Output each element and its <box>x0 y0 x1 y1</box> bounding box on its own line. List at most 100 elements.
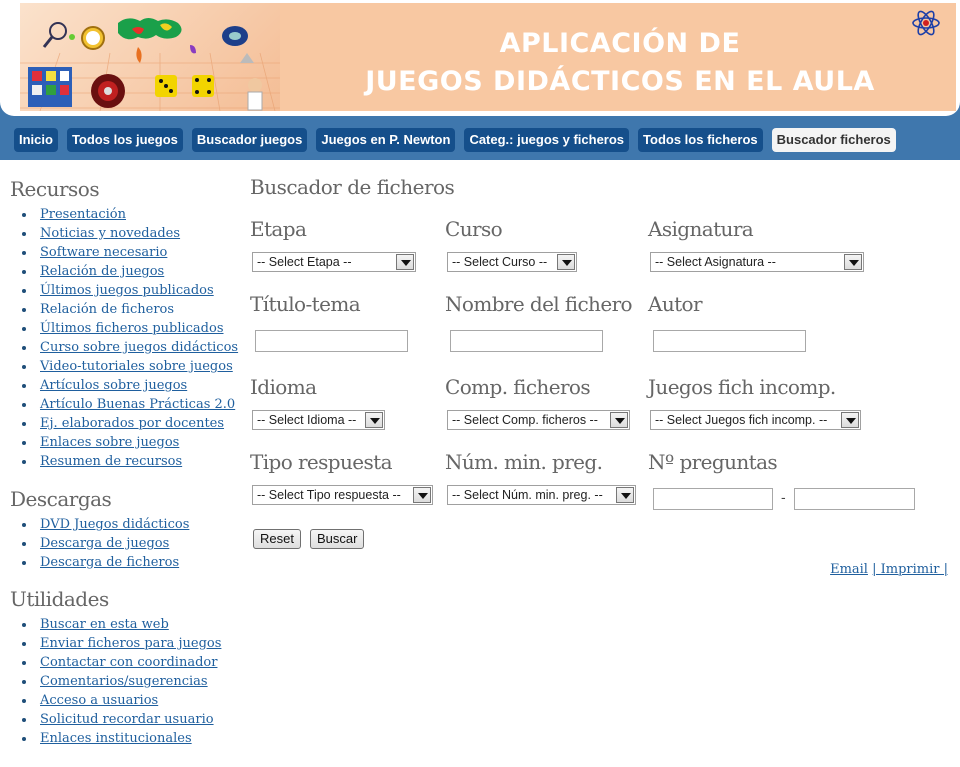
sidebar-link-descarga-juegos[interactable]: Descarga de juegos <box>40 536 169 551</box>
sidebar-link-noticias[interactable]: Noticias y novedades <box>40 226 180 241</box>
sidebar-link-software[interactable]: Software necesario <box>40 245 167 260</box>
sidebar-link-acceso[interactable]: Acceso a usuarios <box>40 693 158 708</box>
list-item: Descarga de ficheros <box>22 553 240 572</box>
nav-inicio[interactable]: Inicio <box>14 128 58 152</box>
label-asignatura: Asignatura <box>648 217 754 241</box>
n-preguntas-from-input[interactable] <box>653 488 773 510</box>
idioma-select-value: -- Select Idioma -- <box>257 413 357 427</box>
sidebar-link-enviar-ficheros[interactable]: Enviar ficheros para juegos <box>40 636 221 651</box>
label-titulo-tema: Título-tema <box>250 292 361 316</box>
main-nav: Inicio Todos los juegos Buscador juegos … <box>14 128 896 152</box>
reset-button[interactable]: Reset <box>253 529 301 549</box>
chevron-down-icon <box>557 254 575 270</box>
sidebar-link-relacion-ficheros[interactable]: Relación de ficheros <box>40 302 174 317</box>
chevron-down-icon <box>841 412 859 428</box>
n-preguntas-to-input[interactable] <box>794 488 915 510</box>
n-preguntas-separator: - <box>781 489 786 505</box>
autor-input[interactable] <box>653 330 806 352</box>
asignatura-select[interactable]: -- Select Asignatura -- <box>650 252 864 272</box>
list-item: Acceso a usuarios <box>22 691 240 710</box>
etapa-select[interactable]: -- Select Etapa -- <box>252 252 416 272</box>
chevron-down-icon <box>616 487 634 503</box>
nav-categ-juegos-ficheros[interactable]: Categ.: juegos y ficheros <box>464 128 630 152</box>
sidebar-link-relacion-juegos[interactable]: Relación de juegos <box>40 264 164 279</box>
list-item: Descarga de juegos <box>22 534 240 553</box>
sidebar-list-recursos: Presentación Noticias y novedades Softwa… <box>10 205 240 471</box>
email-link[interactable]: Email <box>830 562 868 577</box>
juegos-fich-incomp-select[interactable]: -- Select Juegos fich incomp. -- <box>650 410 861 430</box>
chevron-down-icon <box>844 254 862 270</box>
nav-buscador-ficheros[interactable]: Buscador ficheros <box>771 128 896 152</box>
sidebar-link-resumen[interactable]: Resumen de recursos <box>40 454 182 469</box>
comp-ficheros-select[interactable]: -- Select Comp. ficheros -- <box>447 410 630 430</box>
tipo-respuesta-select[interactable]: -- Select Tipo respuesta -- <box>252 485 433 505</box>
sidebar: Recursos Presentación Noticias y novedad… <box>10 175 240 748</box>
label-juegos-fich-incomp: Juegos fich incomp. <box>648 375 836 399</box>
sidebar-heading-utilidades: Utilidades <box>10 587 109 611</box>
label-etapa: Etapa <box>250 217 307 241</box>
banner-title-line-2: JUEGOS DIDÁCTICOS EN EL AULA <box>365 66 875 97</box>
sidebar-link-presentacion[interactable]: Presentación <box>40 207 126 222</box>
list-item: Software necesario <box>22 243 240 262</box>
label-curso: Curso <box>445 217 503 241</box>
curso-select-value: -- Select Curso -- <box>452 255 548 269</box>
sidebar-section-utilidades: Utilidades Buscar en esta web Enviar fic… <box>10 585 240 748</box>
sidebar-link-institucionales[interactable]: Enlaces institucionales <box>40 731 192 746</box>
chevron-down-icon <box>365 412 383 428</box>
list-item: Artículo Buenas Prácticas 2.0 <box>22 395 240 414</box>
sidebar-link-video-tutoriales[interactable]: Video-tutoriales sobre juegos <box>40 359 233 374</box>
sidebar-link-dvd[interactable]: DVD Juegos didácticos <box>40 517 189 532</box>
list-item: Presentación <box>22 205 240 224</box>
sidebar-link-articulos[interactable]: Artículos sobre juegos <box>40 378 187 393</box>
banner-collage-image <box>20 3 280 111</box>
list-item: Enlaces sobre juegos <box>22 433 240 452</box>
list-item: Video-tutoriales sobre juegos <box>22 357 240 376</box>
sidebar-link-ultimos-ficheros[interactable]: Últimos ficheros publicados <box>40 321 224 336</box>
sidebar-list-descargas: DVD Juegos didácticos Descarga de juegos… <box>10 515 240 572</box>
list-item: Solicitud recordar usuario <box>22 710 240 729</box>
buscar-button[interactable]: Buscar <box>310 529 365 549</box>
sidebar-link-buenas-practicas[interactable]: Artículo Buenas Prácticas 2.0 <box>40 397 235 412</box>
sidebar-link-enlaces-juegos[interactable]: Enlaces sobre juegos <box>40 435 179 450</box>
label-tipo-respuesta: Tipo respuesta <box>250 450 393 474</box>
label-comp-ficheros: Comp. ficheros <box>445 375 591 399</box>
sidebar-link-recordar[interactable]: Solicitud recordar usuario <box>40 712 214 727</box>
sidebar-link-ej-docentes[interactable]: Ej. elaborados por docentes <box>40 416 224 431</box>
tipo-respuesta-select-value: -- Select Tipo respuesta -- <box>257 488 401 502</box>
sidebar-link-comentarios[interactable]: Comentarios/sugerencias <box>40 674 208 689</box>
nav-juegos-p-newton[interactable]: Juegos en P. Newton <box>316 128 456 152</box>
sidebar-section-recursos: Recursos Presentación Noticias y novedad… <box>10 175 240 471</box>
juegos-fich-incomp-select-value: -- Select Juegos fich incomp. -- <box>655 413 828 427</box>
imprimir-link[interactable]: | Imprimir | <box>872 562 948 577</box>
sidebar-link-ultimos-juegos[interactable]: Últimos juegos publicados <box>40 283 214 298</box>
list-item: Relación de ficheros <box>22 300 240 319</box>
list-item: Noticias y novedades <box>22 224 240 243</box>
nav-todos-los-juegos[interactable]: Todos los juegos <box>66 128 183 152</box>
sidebar-heading-recursos: Recursos <box>10 177 100 201</box>
comp-ficheros-select-value: -- Select Comp. ficheros -- <box>452 413 598 427</box>
nav-todos-los-ficheros[interactable]: Todos los ficheros <box>638 128 763 152</box>
sidebar-link-descarga-ficheros[interactable]: Descarga de ficheros <box>40 555 179 570</box>
curso-select[interactable]: -- Select Curso -- <box>447 252 577 272</box>
nombre-fichero-input[interactable] <box>450 330 603 352</box>
num-min-preg-select[interactable]: -- Select Núm. min. preg. -- <box>447 485 636 505</box>
page-title: Buscador de ficheros <box>250 175 455 199</box>
list-item: Buscar en esta web <box>22 615 240 634</box>
sidebar-link-buscar-web[interactable]: Buscar en esta web <box>40 617 169 632</box>
list-item: Relación de juegos <box>22 262 240 281</box>
label-nombre-fichero: Nombre del fichero <box>445 292 633 316</box>
sidebar-link-curso[interactable]: Curso sobre juegos didácticos <box>40 340 238 355</box>
chevron-down-icon <box>610 412 628 428</box>
label-idioma: Idioma <box>250 375 317 399</box>
sidebar-link-contactar[interactable]: Contactar con coordinador <box>40 655 217 670</box>
titulo-tema-input[interactable] <box>255 330 408 352</box>
asignatura-select-value: -- Select Asignatura -- <box>655 255 776 269</box>
list-item: Últimos juegos publicados <box>22 281 240 300</box>
nav-buscador-juegos[interactable]: Buscador juegos <box>191 128 308 152</box>
atom-logo-icon <box>912 10 940 36</box>
chevron-down-icon <box>396 254 414 270</box>
list-item: Contactar con coordinador <box>22 653 240 672</box>
idioma-select[interactable]: -- Select Idioma -- <box>252 410 385 430</box>
label-n-preguntas: Nº preguntas <box>648 450 778 474</box>
sidebar-list-utilidades: Buscar en esta web Enviar ficheros para … <box>10 615 240 748</box>
